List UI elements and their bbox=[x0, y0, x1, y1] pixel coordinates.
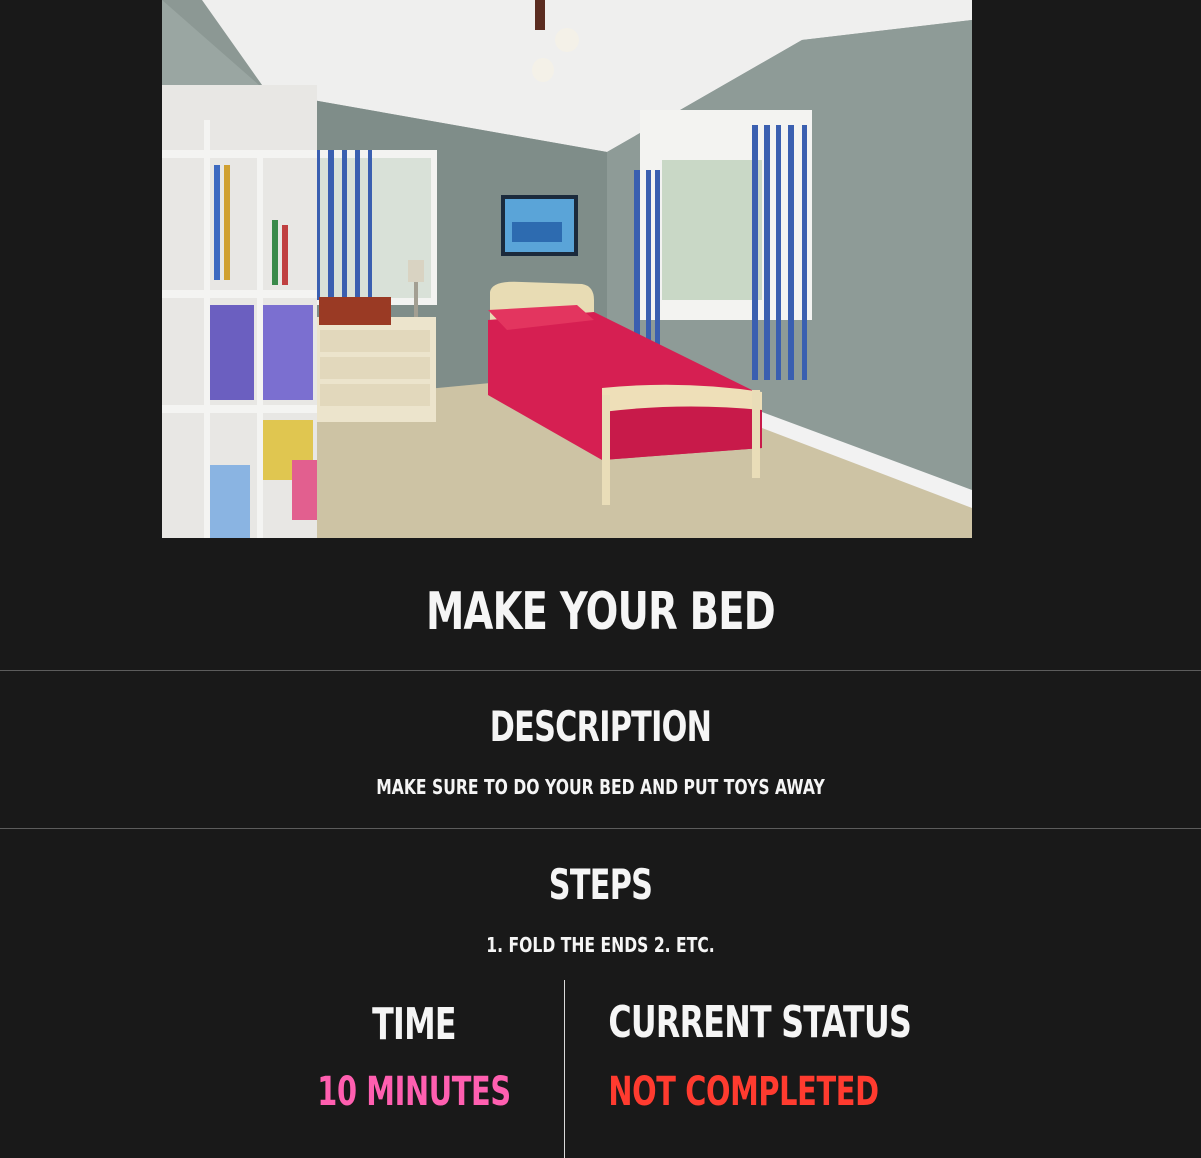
steps-text: 1. FOLD THE ENDS 2. ETC. bbox=[486, 933, 715, 957]
description-text: MAKE SURE TO DO YOUR BED AND PUT TOYS AW… bbox=[376, 775, 825, 799]
task-image bbox=[162, 0, 972, 538]
time-heading: TIME bbox=[372, 999, 456, 1050]
divider bbox=[0, 670, 1201, 671]
column-separator bbox=[564, 980, 565, 1158]
task-detail-page: MAKE YOUR BED DESCRIPTION MAKE SURE TO D… bbox=[0, 0, 1201, 1158]
steps-heading: STEPS bbox=[548, 860, 653, 909]
status-heading: CURRENT STATUS bbox=[608, 997, 912, 1048]
description-heading: DESCRIPTION bbox=[489, 702, 712, 751]
divider bbox=[0, 828, 1201, 829]
task-title: MAKE YOUR BED bbox=[425, 582, 776, 642]
status-value: NOT COMPLETED bbox=[608, 1069, 879, 1115]
time-value: 10 MINUTES bbox=[317, 1069, 511, 1115]
